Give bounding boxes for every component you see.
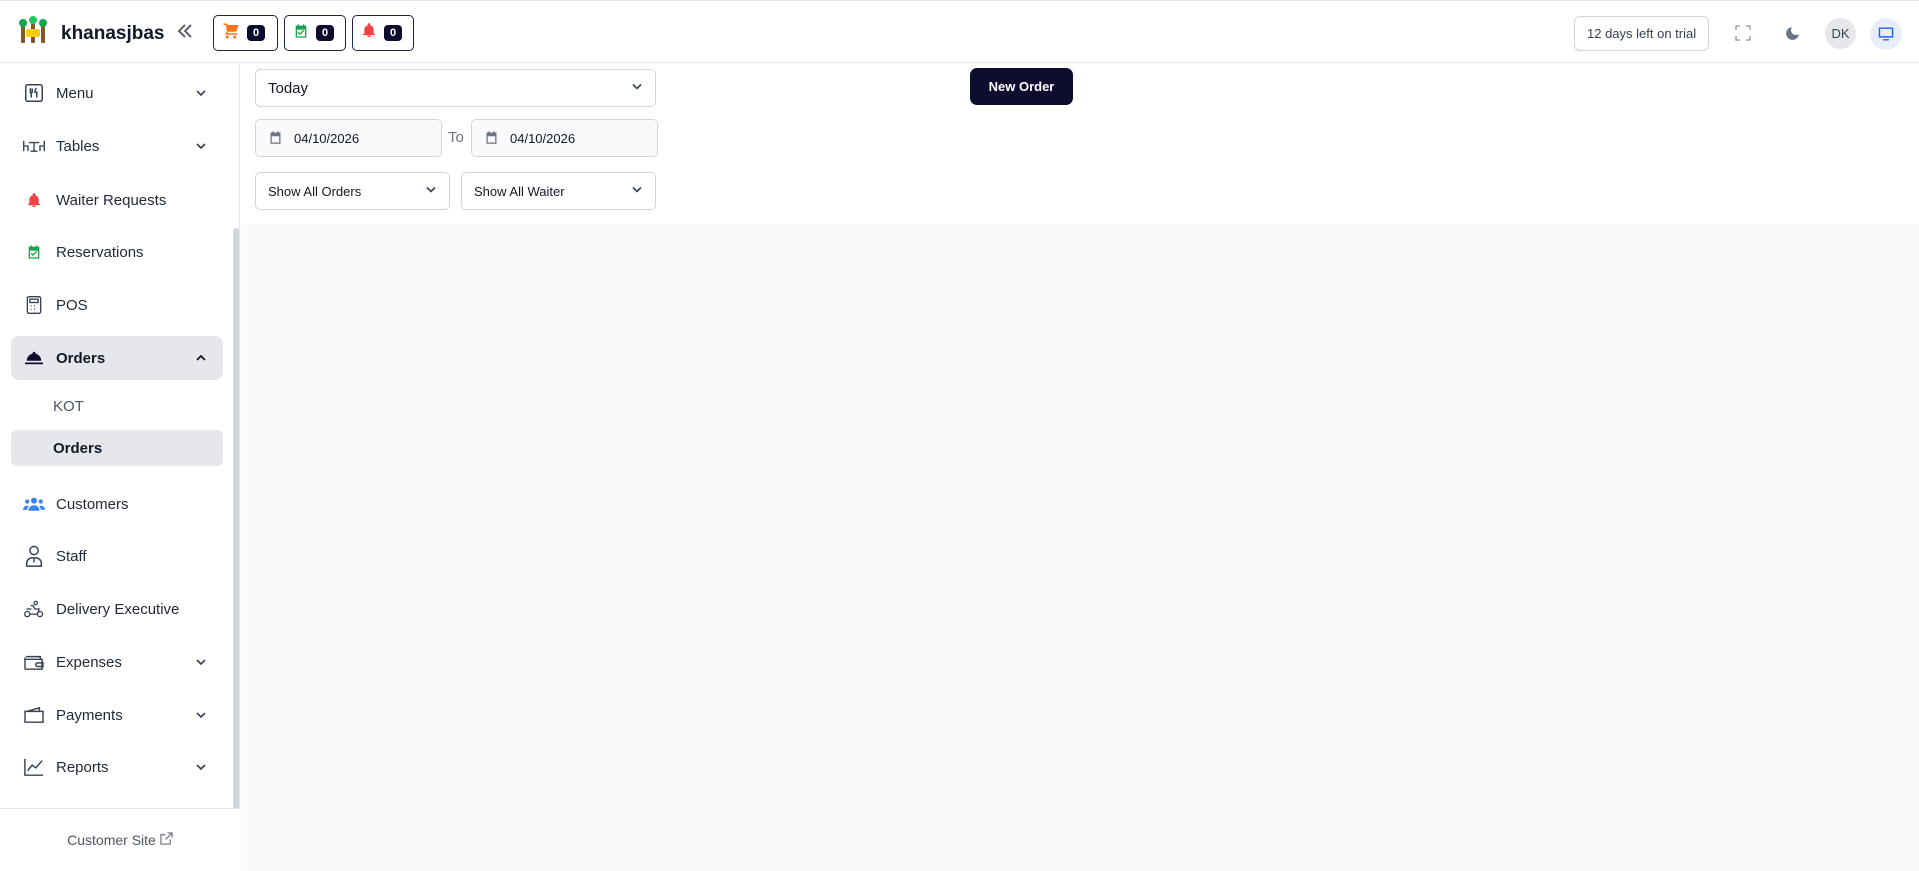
calendar-icon [268, 130, 283, 150]
payment-wallet-icon [22, 703, 46, 727]
sidebar-item-label: Expenses [56, 653, 122, 671]
waiter-select-value: Show All Waiter [474, 183, 565, 199]
restaurant-logo-icon [17, 15, 49, 52]
date-range-to-label: To [448, 129, 464, 146]
customer-site-link[interactable]: Customer Site [0, 808, 240, 871]
chevron-down-icon [195, 655, 207, 673]
chevron-down-icon [195, 86, 207, 104]
notification-count: 0 [384, 25, 403, 41]
chevron-down-icon [425, 184, 437, 199]
reservation-count: 0 [316, 25, 335, 41]
sidebar-item-reservations[interactable]: Reservations [11, 230, 223, 274]
customer-site-label: Customer Site [67, 832, 156, 848]
external-link-icon [160, 832, 173, 848]
notifications-button[interactable]: 0 [352, 15, 414, 51]
sidebar-subitem-label: Orders [53, 439, 103, 457]
chevron-down-icon [631, 184, 643, 199]
new-order-button[interactable]: New Order [970, 68, 1073, 105]
sidebar-item-label: Reports [56, 758, 109, 776]
orders-content-area [241, 224, 1919, 871]
brand-name: khanasjbas [61, 22, 165, 44]
serving-dish-icon [22, 346, 46, 370]
cart-icon [222, 22, 240, 45]
sidebar-item-label: POS [56, 296, 88, 314]
bell-icon [361, 22, 377, 44]
sidebar-item-payments[interactable]: Payments [11, 693, 223, 737]
date-from-input[interactable]: 04/10/2026 [255, 119, 442, 157]
desktop-view-icon[interactable] [1870, 18, 1902, 50]
sidebar-item-reports[interactable]: Reports [11, 745, 223, 789]
line-chart-icon [22, 755, 46, 779]
sidebar-item-menu[interactable]: Menu [11, 71, 223, 115]
sidebar-item-label: Delivery Executive [56, 600, 180, 618]
period-select[interactable]: Today [255, 69, 656, 107]
table-icon [22, 134, 46, 158]
date-to-input[interactable]: 04/10/2026 [471, 119, 658, 157]
brand[interactable]: khanasjbas [17, 15, 165, 52]
sidebar: Menu Tables Waiter Requests Reservations… [0, 63, 240, 871]
sidebar-item-expenses[interactable]: Expenses [11, 640, 223, 684]
sidebar-item-label: Reservations [56, 243, 144, 261]
sidebar-item-label: Customers [56, 495, 129, 513]
sidebar-item-customers[interactable]: Customers [11, 482, 223, 526]
cart-button[interactable]: 0 [213, 15, 278, 51]
sidebar-item-label: Menu [56, 84, 94, 102]
waiter-select[interactable]: Show All Waiter [461, 172, 656, 210]
dark-mode-moon-icon[interactable] [1780, 21, 1804, 45]
sidebar-subitem-label: KOT [53, 397, 84, 415]
date-from-value: 04/10/2026 [294, 130, 360, 146]
fullscreen-icon[interactable] [1731, 21, 1755, 45]
chevron-down-icon [195, 760, 207, 778]
sidebar-scrollbar[interactable] [233, 228, 239, 871]
reservations-badge-button[interactable]: 0 [284, 15, 346, 51]
calendar-check-icon [293, 23, 309, 44]
top-header: khanasjbas 0 0 0 12 days left on trial D… [0, 0, 1919, 63]
bell-icon [22, 188, 46, 212]
chevron-down-icon [195, 139, 207, 157]
pos-terminal-icon [22, 293, 46, 317]
sidebar-item-label: Staff [56, 547, 87, 565]
user-avatar[interactable]: DK [1825, 18, 1856, 49]
menu-book-icon [22, 81, 46, 105]
cart-count: 0 [247, 25, 266, 41]
date-to-value: 04/10/2026 [510, 130, 576, 146]
sidebar-item-delivery-executive[interactable]: Delivery Executive [11, 587, 223, 631]
sidebar-item-label: Tables [56, 137, 100, 155]
wallet-icon [22, 650, 46, 674]
chevron-down-icon [631, 80, 643, 97]
calendar-check-icon [22, 240, 46, 264]
chevron-up-icon [195, 351, 207, 369]
sidebar-item-orders[interactable]: Orders [11, 336, 223, 380]
sidebar-subitem-orders[interactable]: Orders [11, 430, 223, 466]
sidebar-subitem-kot[interactable]: KOT [11, 388, 223, 424]
sidebar-item-waiter-requests[interactable]: Waiter Requests [11, 178, 223, 222]
users-group-icon [22, 492, 46, 516]
collapse-sidebar-icon[interactable] [175, 21, 197, 43]
sidebar-item-pos[interactable]: POS [11, 283, 223, 327]
sidebar-item-staff[interactable]: Staff [11, 534, 223, 578]
order-status-select-value: Show All Orders [268, 183, 362, 199]
chevron-down-icon [195, 708, 207, 726]
period-select-value: Today [268, 79, 309, 97]
sidebar-item-label: Payments [56, 706, 123, 724]
sidebar-item-label: Waiter Requests [56, 191, 167, 209]
delivery-scooter-icon [22, 597, 46, 621]
staff-person-icon [22, 544, 46, 568]
calendar-icon [484, 130, 499, 150]
order-status-select[interactable]: Show All Orders [255, 172, 450, 210]
sidebar-item-label: Orders [56, 349, 106, 367]
sidebar-item-tables[interactable]: Tables [11, 124, 223, 168]
trial-status-button[interactable]: 12 days left on trial [1574, 16, 1710, 51]
